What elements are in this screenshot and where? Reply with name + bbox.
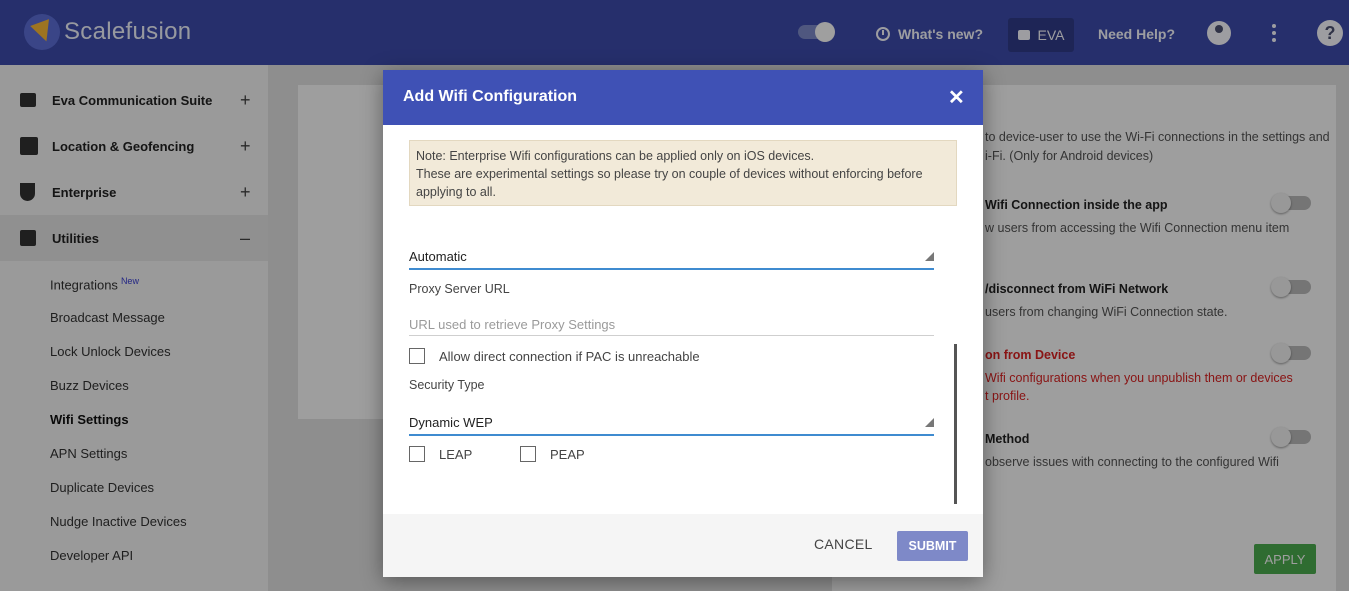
- security-type-value: Dynamic WEP: [409, 415, 493, 430]
- dropdown-arrow-icon: [925, 252, 934, 261]
- allow-direct-connection-label: Allow direct connection if PAC is unreac…: [439, 348, 700, 364]
- dropdown-arrow-icon: [925, 418, 934, 427]
- dialog-header: Add Wifi Configuration ✕: [383, 70, 983, 125]
- allow-direct-connection-checkbox[interactable]: [409, 348, 425, 364]
- peap-checkbox[interactable]: [520, 446, 536, 462]
- cancel-button[interactable]: CANCEL: [814, 536, 873, 552]
- proxy-setup-value: Automatic: [409, 249, 467, 264]
- dialog-title: Add Wifi Configuration: [403, 88, 578, 105]
- peap-label: PEAP: [550, 446, 585, 462]
- allow-direct-connection-row[interactable]: Allow direct connection if PAC is unreac…: [409, 348, 700, 364]
- leap-label: LEAP: [439, 446, 473, 462]
- dialog-scrollbar[interactable]: [954, 344, 957, 504]
- note-line: These are experimental settings so pleas…: [416, 167, 923, 199]
- proxy-setup-select[interactable]: Automatic: [409, 240, 934, 270]
- submit-button[interactable]: SUBMIT: [897, 531, 968, 561]
- leap-checkbox[interactable]: [409, 446, 425, 462]
- close-icon[interactable]: ✕: [948, 85, 965, 110]
- security-type-label: Security Type: [409, 378, 485, 392]
- topbar-overlay: [0, 0, 1349, 65]
- security-type-select[interactable]: Dynamic WEP: [409, 406, 934, 436]
- enterprise-note: Note: Enterprise Wifi configurations can…: [409, 140, 957, 206]
- add-wifi-configuration-dialog: Add Wifi Configuration ✕ Note: Enterpris…: [383, 70, 983, 577]
- leap-option[interactable]: LEAP: [409, 446, 472, 462]
- dialog-footer: [383, 514, 983, 577]
- note-line: Note: Enterprise Wifi configurations can…: [416, 149, 815, 163]
- peap-option[interactable]: PEAP: [520, 446, 585, 462]
- top-bar: Scalefusion What's new? EVA Need Help? ?: [0, 0, 1349, 65]
- proxy-server-url-input[interactable]: [409, 314, 934, 336]
- proxy-server-url-label: Proxy Server URL: [409, 282, 510, 296]
